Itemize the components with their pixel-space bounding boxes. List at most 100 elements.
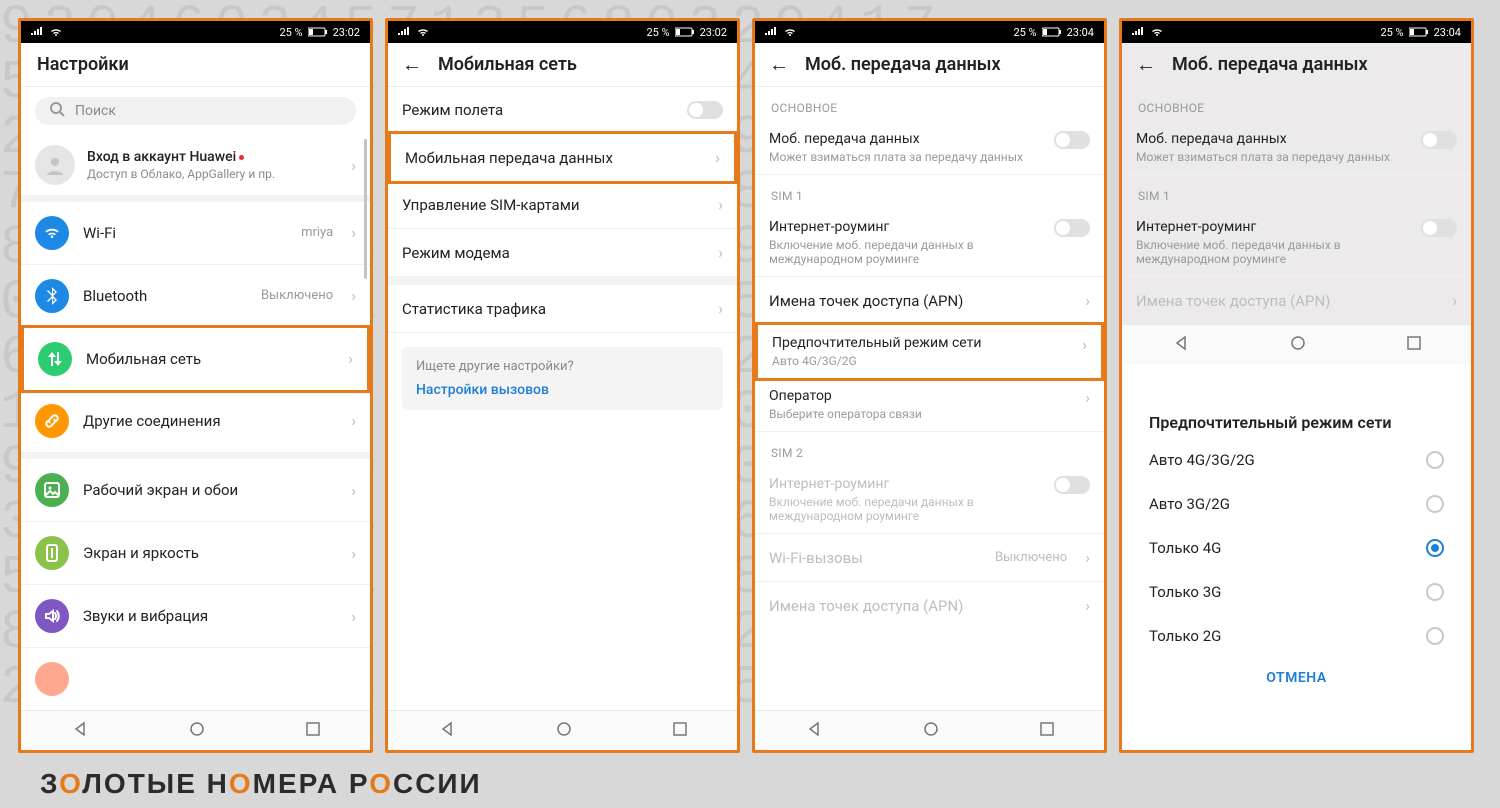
option-label: Только 3G	[1149, 583, 1221, 601]
row-operator[interactable]: Оператор Выберите оператора связи ›	[755, 378, 1104, 432]
section-header: ОСНОВНОЕ	[755, 87, 1104, 121]
row-subtitle: Включение моб. передачи данных в междуна…	[769, 495, 1040, 523]
radio-option[interactable]: Авто 3G/2G	[1129, 482, 1464, 526]
radio-button[interactable]	[1426, 627, 1444, 645]
toggle-switch	[1054, 476, 1090, 494]
brightness-icon	[35, 536, 69, 570]
radio-option[interactable]: Только 2G	[1129, 614, 1464, 658]
row-traffic-stats[interactable]: Статистика трафика ›	[388, 285, 737, 333]
settings-row-mobile-network[interactable]: Мобильная сеть ›	[24, 328, 367, 390]
battery-icon	[675, 27, 695, 37]
row-preferred-network-mode[interactable]: Предпочтительный режим сети Авто 4G/3G/2…	[758, 325, 1101, 378]
chevron-right-icon: ›	[1085, 596, 1090, 615]
popup-cancel-button[interactable]: ОТМЕНА	[1129, 658, 1464, 690]
phone-screen-1: 25 % 23:02 Настройки Поиск Вход в аккаун…	[18, 18, 373, 753]
row-value: Выключено	[995, 550, 1067, 565]
search-input[interactable]: Поиск	[35, 97, 356, 125]
account-subtitle: Доступ в Облако, AppGallery и пр.	[87, 167, 339, 181]
highlight-box: Мобильная сеть ›	[21, 325, 370, 393]
navigation-bar	[21, 710, 370, 750]
row-tethering[interactable]: Режим модема ›	[388, 229, 737, 277]
page-title-bar: Настройки	[21, 43, 370, 87]
row-label: Мобильная передача данных	[405, 149, 701, 167]
chevron-right-icon: ›	[715, 148, 720, 167]
toggle-switch[interactable]	[1054, 131, 1090, 149]
section-header: SIM 1	[755, 175, 1104, 209]
nav-back-icon[interactable]	[72, 721, 88, 741]
nav-back-icon[interactable]	[806, 721, 822, 741]
toggle-switch[interactable]	[1054, 219, 1090, 237]
radio-button[interactable]	[1426, 495, 1444, 513]
row-roaming[interactable]: Интернет-роуминг Включение моб. передачи…	[755, 209, 1104, 277]
row-apn-sim2: Имена точек доступа (APN) ›	[755, 582, 1104, 629]
nav-recent-icon[interactable]	[673, 721, 687, 740]
settings-row-sound[interactable]: Звуки и вибрация ›	[21, 585, 370, 648]
back-button[interactable]: ←	[769, 52, 789, 77]
row-subtitle: Включение моб. передачи данных в междуна…	[769, 238, 1040, 266]
chevron-right-icon: ›	[351, 223, 356, 242]
row-label: Интернет-роуминг	[769, 476, 1040, 492]
chevron-right-icon: ›	[718, 195, 723, 214]
chevron-right-icon: ›	[351, 481, 356, 500]
chevron-right-icon: ›	[1085, 291, 1090, 310]
sound-icon	[35, 599, 69, 633]
settings-row-bluetooth[interactable]: Bluetooth Выключено ›	[21, 265, 370, 328]
clock: 23:02	[333, 26, 360, 39]
nav-home-icon[interactable]	[189, 721, 205, 741]
row-airplane-mode[interactable]: Режим полета	[388, 87, 737, 134]
info-link[interactable]: Настройки вызовов	[416, 382, 709, 398]
nav-home-icon[interactable]	[556, 721, 572, 741]
row-sim-management[interactable]: Управление SIM-картами ›	[388, 181, 737, 229]
row-subtitle: Авто 4G/3G/2G	[772, 354, 1068, 368]
toggle-switch[interactable]	[687, 101, 723, 119]
row-label: Режим модема	[402, 244, 704, 262]
radio-button[interactable]	[1426, 451, 1444, 469]
settings-row-display[interactable]: Экран и яркость ›	[21, 522, 370, 585]
bluetooth-icon	[35, 279, 69, 313]
notification-dot	[239, 155, 244, 160]
signal-icon	[31, 27, 43, 37]
status-bar: 25 % 23:04	[755, 21, 1104, 43]
settings-row-wifi[interactable]: Wi-Fi mriya ›	[21, 202, 370, 265]
scrollbar[interactable]	[364, 139, 367, 279]
row-mobile-data[interactable]: Мобильная передача данных ›	[391, 134, 734, 181]
signal-icon	[398, 27, 410, 37]
row-label: Звуки и вибрация	[83, 607, 337, 625]
chevron-right-icon: ›	[1085, 548, 1090, 567]
option-label: Только 4G	[1149, 539, 1221, 557]
nav-recent-icon[interactable]	[306, 721, 320, 740]
navigation-bar	[755, 710, 1104, 750]
network-mode-popup: Предпочтительный режим сети Авто 4G/3G/2…	[1129, 397, 1464, 700]
radio-option[interactable]: Только 3G	[1129, 570, 1464, 614]
account-row[interactable]: Вход в аккаунт Huawei Доступ в Облако, A…	[21, 135, 370, 195]
settings-row-other-connections[interactable]: Другие соединения ›	[21, 390, 370, 453]
status-bar: 25 % 23:02	[21, 21, 370, 43]
radio-button[interactable]	[1426, 583, 1444, 601]
radio-option[interactable]: Авто 4G/3G/2G	[1129, 438, 1464, 482]
nav-back-icon[interactable]	[439, 721, 455, 741]
back-button[interactable]: ←	[402, 52, 422, 77]
nav-recent-icon[interactable]	[1040, 721, 1054, 740]
row-label: Режим полета	[402, 101, 673, 119]
page-title-bar: ← Мобильная сеть	[388, 43, 737, 87]
chevron-right-icon: ›	[351, 156, 356, 175]
chevron-right-icon: ›	[1085, 388, 1090, 407]
status-bar: 25 % 23:02	[388, 21, 737, 43]
radio-option[interactable]: Только 4G	[1129, 526, 1464, 570]
popup-backdrop[interactable]: Предпочтительный режим сети Авто 4G/3G/2…	[1122, 21, 1471, 750]
radio-button[interactable]	[1426, 539, 1444, 557]
chevron-right-icon: ›	[718, 243, 723, 262]
row-label: Wi-Fi-вызовы	[769, 549, 981, 567]
nav-home-icon[interactable]	[923, 721, 939, 741]
settings-row-cut[interactable]	[21, 648, 370, 710]
row-apn[interactable]: Имена точек доступа (APN) ›	[755, 277, 1104, 325]
phone-screen-3: 25 % 23:04 ← Моб. передача данных ОСНОВН…	[752, 18, 1107, 753]
page-title: Настройки	[37, 54, 129, 75]
row-mobile-data-toggle[interactable]: Моб. передача данных Может взиматься пла…	[755, 121, 1104, 175]
row-label: Экран и яркость	[83, 544, 337, 562]
settings-row-wallpaper[interactable]: Рабочий экран и обои ›	[21, 459, 370, 522]
link-icon	[35, 404, 69, 438]
row-label: Мобильная сеть	[86, 350, 334, 368]
chevron-right-icon: ›	[351, 411, 356, 430]
wifi-icon	[35, 216, 69, 250]
